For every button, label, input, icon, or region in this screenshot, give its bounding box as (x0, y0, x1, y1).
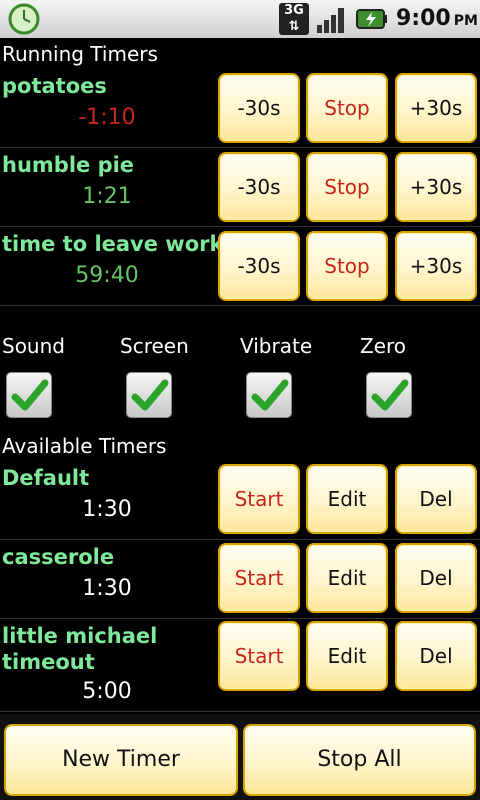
start-button[interactable]: Start (218, 621, 300, 691)
battery-charging-icon (356, 9, 387, 29)
timer-remaining: 1:21 (82, 184, 132, 209)
status-bar: 3G ⇅ 9:00 PM (0, 0, 480, 38)
available-timer-row: Default 1:30 Start Edit Del (0, 461, 480, 540)
delete-button[interactable]: Del (395, 464, 477, 534)
plus-30s-button[interactable]: +30s (395, 73, 477, 143)
timer-name: humble pie (2, 153, 135, 177)
vibrate-label: Vibrate (240, 334, 313, 358)
edit-button[interactable]: Edit (306, 621, 388, 691)
available-timer-row: casserole 1:30 Start Edit Del (0, 540, 480, 619)
timer-app-icon (8, 3, 40, 35)
start-button[interactable]: Start (218, 464, 300, 534)
running-timer-row: humble pie 1:21 -30s Stop +30s (0, 148, 480, 227)
checkmark-icon (11, 379, 49, 411)
start-button[interactable]: Start (218, 543, 300, 613)
edit-button[interactable]: Edit (306, 543, 388, 613)
minus-30s-button[interactable]: -30s (218, 231, 300, 301)
checkmark-icon (131, 379, 169, 411)
screen-checkbox[interactable] (126, 372, 172, 418)
available-timer-row: little michael timeout 5:00 Start Edit D… (0, 619, 480, 712)
timer-duration: 5:00 (82, 679, 132, 704)
sound-checkbox[interactable] (6, 372, 52, 418)
timer-duration: 1:30 (82, 497, 132, 522)
available-timers-header: Available Timers (2, 434, 167, 458)
timer-name: time to leave work (2, 232, 224, 256)
running-timers-header: Running Timers (2, 42, 158, 66)
timer-remaining: 59:40 (75, 263, 139, 288)
timer-name: casserole (2, 545, 115, 569)
stop-button[interactable]: Stop (306, 152, 388, 222)
zero-label: Zero (360, 334, 407, 358)
delete-button[interactable]: Del (395, 543, 477, 613)
stop-button[interactable]: Stop (306, 73, 388, 143)
new-timer-button[interactable]: New Timer (4, 724, 238, 796)
timer-name: Default (2, 466, 90, 490)
vibrate-checkbox[interactable] (246, 372, 292, 418)
clock: 9:00 PM (396, 6, 478, 31)
stop-button[interactable]: Stop (306, 231, 388, 301)
timer-remaining: -1:10 (78, 105, 136, 130)
minus-30s-button[interactable]: -30s (218, 152, 300, 222)
running-timer-row: potatoes -1:10 -30s Stop +30s (0, 69, 480, 148)
screen-label: Screen (120, 334, 189, 358)
delete-button[interactable]: Del (395, 621, 477, 691)
checkmark-icon (371, 379, 409, 411)
plus-30s-button[interactable]: +30s (395, 231, 477, 301)
network-3g-icon: 3G ⇅ (279, 3, 309, 35)
signal-strength-icon (317, 8, 344, 33)
stop-all-button[interactable]: Stop All (243, 724, 476, 796)
timer-name: little michael timeout (2, 624, 158, 674)
minus-30s-button[interactable]: -30s (218, 73, 300, 143)
running-timer-row: time to leave work 59:40 -30s Stop +30s (0, 227, 480, 306)
sound-label: Sound (2, 334, 65, 358)
checkmark-icon (251, 379, 289, 411)
plus-30s-button[interactable]: +30s (395, 152, 477, 222)
timer-name: potatoes (2, 74, 107, 98)
zero-checkbox[interactable] (366, 372, 412, 418)
edit-button[interactable]: Edit (306, 464, 388, 534)
timer-duration: 1:30 (82, 576, 132, 601)
